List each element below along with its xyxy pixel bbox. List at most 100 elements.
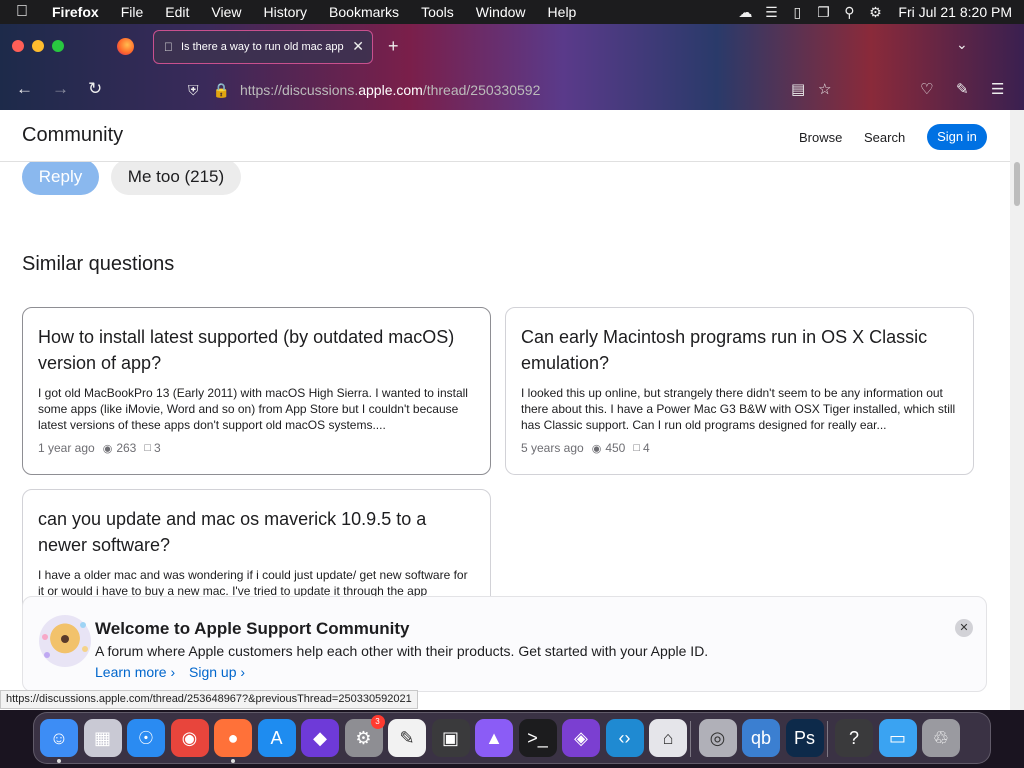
browser-tab-active[interactable]:  Is there a way to run old mac app ✕ bbox=[153, 30, 373, 64]
card-age: 5 years ago bbox=[521, 441, 584, 455]
sidebar-icon[interactable]: ▯ bbox=[784, 4, 810, 21]
apple-menu-icon[interactable]:  bbox=[16, 3, 40, 21]
dock-running-indicator bbox=[57, 759, 61, 763]
dock-running-indicator bbox=[231, 759, 235, 763]
welcome-title: Welcome to Apple Support Community bbox=[95, 619, 410, 638]
me-too-button[interactable]: Me too (215) bbox=[111, 159, 241, 195]
card-title[interactable]: can you update and mac os maverick 10.9.… bbox=[38, 506, 475, 558]
menu-view[interactable]: View bbox=[211, 4, 241, 20]
welcome-text: A forum where Apple customers help each … bbox=[95, 643, 709, 659]
similar-questions-heading: Similar questions bbox=[22, 253, 175, 275]
back-arrow-icon[interactable]: ← bbox=[16, 79, 33, 99]
dock-firefox-icon[interactable]: ● bbox=[214, 719, 252, 757]
close-icon[interactable]: ✕ bbox=[955, 619, 973, 637]
window-maximize-button[interactable] bbox=[52, 40, 64, 52]
scrollbar-thumb[interactable] bbox=[1014, 162, 1020, 206]
control-center-icon[interactable]: ⚙ bbox=[862, 4, 888, 21]
sign-up-link[interactable]: Sign up › bbox=[189, 664, 245, 680]
reload-icon[interactable]: ↻ bbox=[88, 79, 102, 99]
dock-help-icon[interactable]: ? bbox=[835, 719, 873, 757]
firefox-view-icon[interactable] bbox=[117, 38, 134, 55]
tracking-shield-icon[interactable]: ⛨ bbox=[188, 82, 199, 99]
dock-textedit-icon[interactable]: ✎ bbox=[388, 719, 426, 757]
site-header: Community Browse Search Sign in bbox=[0, 110, 1010, 162]
layers-icon[interactable]: ☰ bbox=[758, 4, 784, 21]
dock-finder-icon[interactable]: ☺ bbox=[40, 719, 78, 757]
dock-trash-icon[interactable]: ♲ bbox=[922, 719, 960, 757]
menu-clock[interactable]: Fri Jul 21 8:20 PM bbox=[898, 4, 1012, 20]
dock-separator bbox=[690, 721, 691, 757]
site-title[interactable]: Community bbox=[22, 124, 123, 147]
menu-file[interactable]: File bbox=[121, 4, 144, 20]
bookmark-star-icon[interactable]: ☆ bbox=[818, 80, 831, 98]
hamburger-menu-icon[interactable]: ☰ bbox=[991, 80, 1004, 98]
new-tab-button[interactable]: + bbox=[388, 36, 399, 57]
lock-icon[interactable]: 🔒 bbox=[213, 82, 230, 99]
eye-icon: ◉ bbox=[102, 442, 113, 455]
tab-title: Is there a way to run old mac app bbox=[172, 41, 344, 53]
dock-qbittorrent-icon[interactable]: qb bbox=[742, 719, 780, 757]
dock-library-icon[interactable]: ⌂ bbox=[649, 719, 687, 757]
spotlight-search-icon[interactable]: ⚲ bbox=[836, 4, 862, 21]
sign-in-button[interactable]: Sign in bbox=[927, 124, 987, 150]
url-bar[interactable]: ⛨ 🔒 https://discussions.apple.com/thread… bbox=[180, 75, 840, 105]
menu-edit[interactable]: Edit bbox=[165, 4, 189, 20]
search-link[interactable]: Search bbox=[864, 130, 905, 145]
dock-visual-studio-icon[interactable]: ◈ bbox=[562, 719, 600, 757]
card-replies: 4 bbox=[643, 441, 650, 455]
pocket-icon[interactable]: ♡ bbox=[920, 80, 933, 98]
card-title[interactable]: How to install latest supported (by outd… bbox=[38, 324, 475, 376]
dock-terminal-icon[interactable]: >_ bbox=[518, 719, 557, 757]
dock-chrome-icon[interactable]: ◉ bbox=[170, 719, 209, 757]
menu-bar:  Firefox File Edit View History Bookmar… bbox=[0, 0, 1024, 24]
card-replies: 3 bbox=[154, 441, 161, 455]
dock-system-settings-icon[interactable]: ⚙ 3 bbox=[344, 715, 385, 757]
dock-downloads-folder-icon[interactable]: ▭ bbox=[878, 719, 917, 757]
dock-app-store-icon[interactable]: A bbox=[257, 719, 296, 757]
similar-question-card[interactable]: How to install latest supported (by outd… bbox=[22, 307, 491, 475]
url-prefix: https://discussions. bbox=[239, 82, 359, 98]
tab-close-icon[interactable]: ✕ bbox=[352, 38, 364, 55]
dock-shortcuts-icon[interactable]: ◆ bbox=[301, 719, 339, 757]
card-meta: 1 year ago ◉ 263 □ 3 bbox=[38, 441, 475, 455]
menu-bookmarks[interactable]: Bookmarks bbox=[329, 4, 399, 20]
creative-cloud-icon[interactable]: ☁ bbox=[732, 4, 758, 21]
url-path: /thread/250330592 bbox=[422, 82, 541, 98]
dock-safari-icon[interactable]: ☉ bbox=[127, 719, 165, 757]
comment-icon: □ bbox=[633, 442, 641, 454]
link-status-url: https://discussions.apple.com/thread/253… bbox=[0, 690, 418, 709]
reply-button[interactable]: Reply bbox=[22, 159, 99, 195]
window-icon[interactable]: ❐ bbox=[810, 4, 836, 21]
url-text[interactable]: https://discussions.apple.com/thread/250… bbox=[240, 82, 540, 98]
menu-help[interactable]: Help bbox=[548, 4, 577, 20]
page-scrollbar[interactable] bbox=[1010, 110, 1024, 710]
dock-vscode-icon[interactable]: ‹› bbox=[605, 719, 644, 757]
extensions-icon[interactable]: ✎ bbox=[956, 80, 969, 98]
dock-photoshop-icon[interactable]: Ps bbox=[785, 719, 824, 757]
comment-icon: □ bbox=[144, 442, 152, 454]
window-minimize-button[interactable] bbox=[32, 40, 44, 52]
welcome-banner: Welcome to Apple Support Community A for… bbox=[22, 596, 987, 692]
learn-more-link[interactable]: Learn more › bbox=[95, 664, 175, 680]
window-close-button[interactable] bbox=[12, 40, 24, 52]
card-excerpt: I looked this up online, but strangely t… bbox=[521, 386, 956, 432]
card-excerpt: I got old MacBookPro 13 (Early 2011) wit… bbox=[38, 386, 468, 432]
card-title[interactable]: Can early Macintosh programs run in OS X… bbox=[521, 324, 958, 376]
dock: ☺ ▦ ☉ ◉ ● A ◆ ⚙ 3 ✎ ▣ ▲ >_ ◈ ‹› ⌂ ◎ qb Ps? ▭ ♲ bbox=[33, 712, 991, 764]
browse-link[interactable]: Browse bbox=[799, 130, 842, 145]
reader-view-icon[interactable]: ▤ bbox=[791, 80, 805, 98]
menu-tools[interactable]: Tools bbox=[421, 4, 454, 20]
card-views: 263 bbox=[116, 441, 137, 455]
similar-question-card[interactable]: Can early Macintosh programs run in OS X… bbox=[505, 307, 974, 475]
eye-icon: ◉ bbox=[591, 442, 602, 455]
url-domain: apple.com bbox=[358, 82, 423, 98]
forward-arrow-icon[interactable]: → bbox=[52, 79, 69, 99]
menu-app-name[interactable]: Firefox bbox=[52, 4, 99, 20]
tab-list-chevron-down-icon[interactable]: ⌄ bbox=[956, 36, 968, 53]
dock-disk-utility-icon[interactable]: ◎ bbox=[698, 719, 737, 757]
dock-screenshot-icon[interactable]: ▣ bbox=[431, 719, 470, 757]
menu-history[interactable]: History bbox=[263, 4, 307, 20]
dock-launchpad-icon[interactable]: ▦ bbox=[83, 719, 122, 757]
dock-automator-icon[interactable]: ▲ bbox=[475, 719, 513, 757]
menu-window[interactable]: Window bbox=[476, 4, 526, 20]
